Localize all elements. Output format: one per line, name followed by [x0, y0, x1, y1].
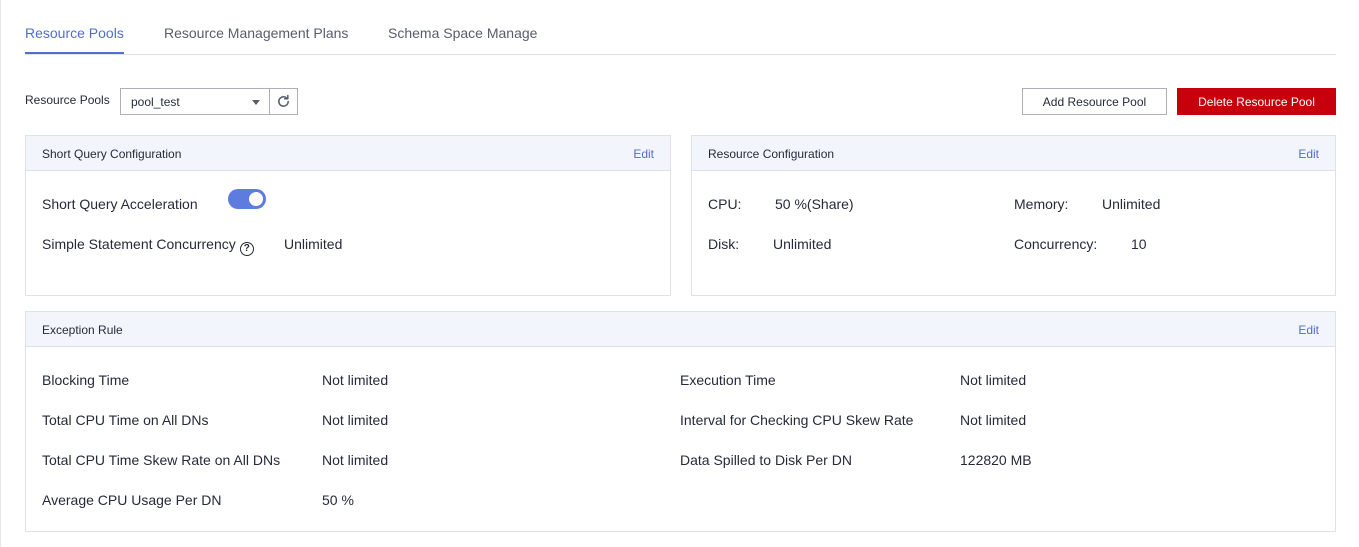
short-query-edit-link[interactable]: Edit	[633, 147, 654, 161]
average-cpu-usage-label: Average CPU Usage Per DN	[42, 492, 222, 508]
simple-statement-concurrency-field: Simple Statement Concurrency?	[42, 236, 254, 256]
short-query-configuration-panel: Short Query Configuration Edit Short Que…	[25, 135, 671, 296]
short-query-acceleration-label: Short Query Acceleration	[42, 196, 198, 212]
memory-value: Unlimited	[1102, 196, 1161, 212]
short-query-acceleration-toggle[interactable]	[228, 189, 266, 209]
concurrency-label: Concurrency:	[1014, 236, 1098, 252]
tab-schema-space-manage[interactable]: Schema Space Manage	[388, 25, 537, 41]
concurrency-value: 10	[1131, 236, 1147, 252]
simple-statement-concurrency-value: Unlimited	[284, 236, 343, 252]
chevron-down-icon	[252, 100, 260, 105]
execution-time-value: Not limited	[960, 372, 1027, 388]
resource-configuration-panel: Resource Configuration Edit CPU: 50 %(Sh…	[691, 135, 1336, 296]
data-spilled-to-disk-value: 122820 MB	[960, 452, 1032, 468]
cpu-value: 50 %(Share)	[775, 196, 854, 212]
panel-title: Exception Rule	[42, 323, 123, 337]
toggle-knob	[249, 192, 263, 206]
resource-configuration-edit-link[interactable]: Edit	[1298, 147, 1319, 161]
add-resource-pool-button[interactable]: Add Resource Pool	[1022, 88, 1167, 115]
page-left-border	[0, 0, 1, 547]
resource-pool-select[interactable]: pool_test	[120, 88, 270, 115]
exception-rule-edit-link[interactable]: Edit	[1298, 323, 1319, 337]
resource-pools-label: Resource Pools	[25, 93, 110, 107]
disk-label: Disk:	[708, 236, 740, 252]
panel-header: Short Query Configuration Edit	[26, 136, 670, 171]
memory-label: Memory:	[1014, 196, 1069, 212]
delete-resource-pool-button[interactable]: Delete Resource Pool	[1177, 88, 1336, 115]
disk-value: Unlimited	[773, 236, 832, 252]
refresh-button[interactable]	[269, 88, 298, 115]
tab-bar: Resource Pools Resource Management Plans…	[25, 0, 1336, 55]
help-circle-icon[interactable]: ?	[239, 242, 254, 256]
cpu-label: CPU:	[708, 196, 742, 212]
total-cpu-time-value: Not limited	[322, 412, 389, 428]
panel-header: Exception Rule Edit	[26, 312, 1335, 347]
panel-title: Resource Configuration	[708, 147, 835, 161]
average-cpu-usage-value: 50 %	[322, 492, 354, 508]
tab-resource-pools[interactable]: Resource Pools	[25, 25, 124, 41]
simple-statement-concurrency-label: Simple Statement Concurrency	[42, 236, 236, 252]
tab-resource-management-plans[interactable]: Resource Management Plans	[164, 25, 348, 41]
resource-pool-select-value: pool_test	[131, 95, 180, 109]
active-tab-indicator	[25, 52, 124, 54]
blocking-time-label: Blocking Time	[42, 372, 130, 388]
blocking-time-value: Not limited	[322, 372, 389, 388]
data-spilled-to-disk-label: Data Spilled to Disk Per DN	[680, 452, 852, 468]
cpu-skew-rate-value: Not limited	[322, 452, 389, 468]
cpu-skew-rate-label: Total CPU Time Skew Rate on All DNs	[42, 452, 281, 468]
execution-time-label: Execution Time	[680, 372, 776, 388]
refresh-icon	[278, 94, 289, 107]
cpu-skew-check-interval-label: Interval for Checking CPU Skew Rate	[680, 412, 914, 428]
cpu-skew-check-interval-value: Not limited	[960, 412, 1027, 428]
total-cpu-time-label: Total CPU Time on All DNs	[42, 412, 209, 428]
exception-rule-panel: Exception Rule Edit Blocking Time Not li…	[25, 311, 1336, 532]
panel-header: Resource Configuration Edit	[692, 136, 1335, 171]
panel-title: Short Query Configuration	[42, 147, 182, 161]
